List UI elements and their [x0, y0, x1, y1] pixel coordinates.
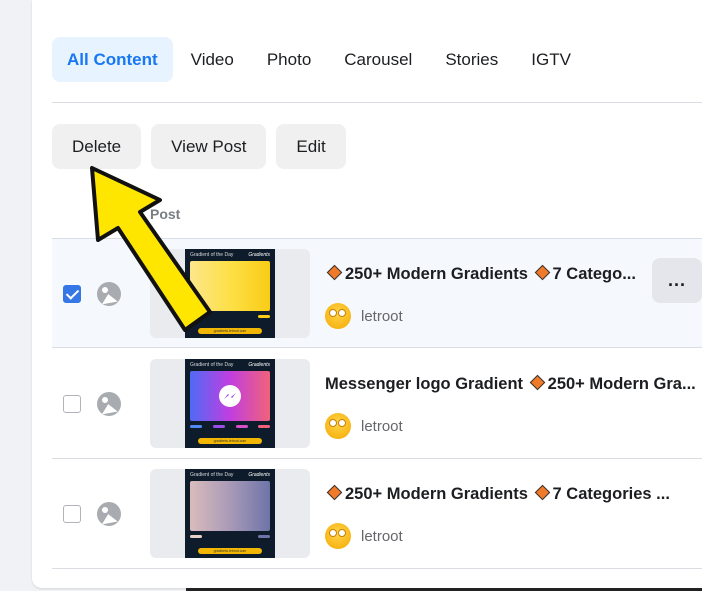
thumbnail-url: gradients.letroot.com	[198, 328, 262, 334]
color-swatch	[258, 315, 270, 318]
thumbnail-logo: Gradients	[248, 252, 270, 258]
post-author: letroot	[325, 413, 403, 439]
tab-igtv[interactable]: IGTV	[516, 37, 586, 82]
content-type-tabs: All Content Video Photo Carousel Stories…	[52, 37, 589, 82]
edit-button[interactable]: Edit	[276, 124, 346, 169]
color-swatch	[258, 425, 270, 428]
title-part: Messenger logo Gradient	[325, 375, 524, 393]
post-title[interactable]: Messenger logo Gradient 250+ Modern Gra.…	[325, 374, 696, 394]
author-name: letroot	[361, 527, 403, 545]
color-swatch	[236, 425, 248, 428]
table-row[interactable]: Gradient of the Day Gradients gradients.…	[52, 238, 702, 348]
orange-diamond-icon	[529, 374, 545, 391]
view-post-button[interactable]: View Post	[151, 124, 267, 169]
post-thumbnail[interactable]: Gradient of the Day Gradients gradients.…	[150, 359, 310, 448]
orange-diamond-icon	[326, 484, 343, 501]
tab-carousel[interactable]: Carousel	[329, 37, 427, 82]
tab-all-content[interactable]: All Content	[52, 37, 173, 82]
photo-icon	[97, 392, 121, 416]
orange-diamond-icon	[534, 264, 550, 281]
orange-diamond-icon	[534, 484, 550, 501]
thumbnail-gradient	[190, 481, 270, 531]
bulk-actions-toolbar: Delete View Post Edit	[52, 124, 346, 169]
avatar	[325, 303, 351, 329]
messenger-icon	[219, 385, 241, 407]
thumbnail-logo: Gradients	[248, 362, 270, 368]
post-author: letroot	[325, 303, 403, 329]
orange-diamond-icon	[326, 264, 343, 281]
thumbnail-image: Gradient of the Day Gradients gradients.…	[185, 469, 275, 558]
tab-stories[interactable]: Stories	[430, 37, 513, 82]
post-author: letroot	[325, 523, 403, 549]
color-swatch	[190, 535, 202, 538]
delete-button[interactable]: Delete	[52, 124, 142, 169]
thumbnail-gradient	[190, 371, 270, 421]
thumbnail-image: Gradient of the Day Gradients gradients.…	[185, 359, 275, 448]
author-name: letroot	[361, 307, 403, 325]
thumbnail-url: gradients.letroot.com	[198, 438, 262, 444]
thumbnail-title: Gradient of the Day	[190, 472, 234, 478]
photo-icon	[97, 502, 121, 526]
post-column-header: Post	[150, 206, 181, 222]
photo-icon	[97, 282, 121, 306]
more-options-button[interactable]: ...	[652, 258, 702, 303]
row-checkbox[interactable]	[63, 395, 81, 413]
title-part: 250+ Modern Gradients	[345, 485, 528, 503]
table-row[interactable]: Gradient of the Day Gradients gradients.…	[52, 459, 702, 569]
avatar	[325, 413, 351, 439]
tab-photo[interactable]: Photo	[252, 37, 326, 82]
post-title[interactable]: 250+ Modern Gradients 7 Categories ...	[325, 484, 670, 504]
title-part: 7 Catego...	[552, 265, 636, 283]
thumbnail-title: Gradient of the Day	[190, 252, 234, 258]
row-checkbox[interactable]	[63, 505, 81, 523]
post-title[interactable]: 250+ Modern Gradients 7 Catego...	[325, 264, 636, 284]
table-row[interactable]: Gradient of the Day Gradients gradients.…	[52, 349, 702, 459]
thumbnail-url: gradients.letroot.com	[198, 548, 262, 554]
thumbnail-logo: Gradients	[248, 472, 270, 478]
title-part: 7 Categories ...	[552, 485, 670, 503]
row-checkbox[interactable]	[63, 285, 81, 303]
color-swatch	[258, 535, 270, 538]
thumbnail-title: Gradient of the Day	[190, 362, 234, 368]
thumbnail-gradient	[190, 261, 270, 311]
title-part: 250+ Modern Gra...	[547, 375, 696, 393]
avatar	[325, 523, 351, 549]
color-swatch	[213, 425, 225, 428]
color-swatch	[190, 315, 202, 318]
author-name: letroot	[361, 417, 403, 435]
post-thumbnail[interactable]: Gradient of the Day Gradients gradients.…	[150, 249, 310, 338]
tab-video[interactable]: Video	[176, 37, 249, 82]
title-part: 250+ Modern Gradients	[345, 265, 528, 283]
post-thumbnail[interactable]: Gradient of the Day Gradients gradients.…	[150, 469, 310, 558]
thumbnail-image: Gradient of the Day Gradients gradients.…	[185, 249, 275, 338]
color-swatch	[190, 425, 202, 428]
tabs-divider	[52, 102, 702, 103]
